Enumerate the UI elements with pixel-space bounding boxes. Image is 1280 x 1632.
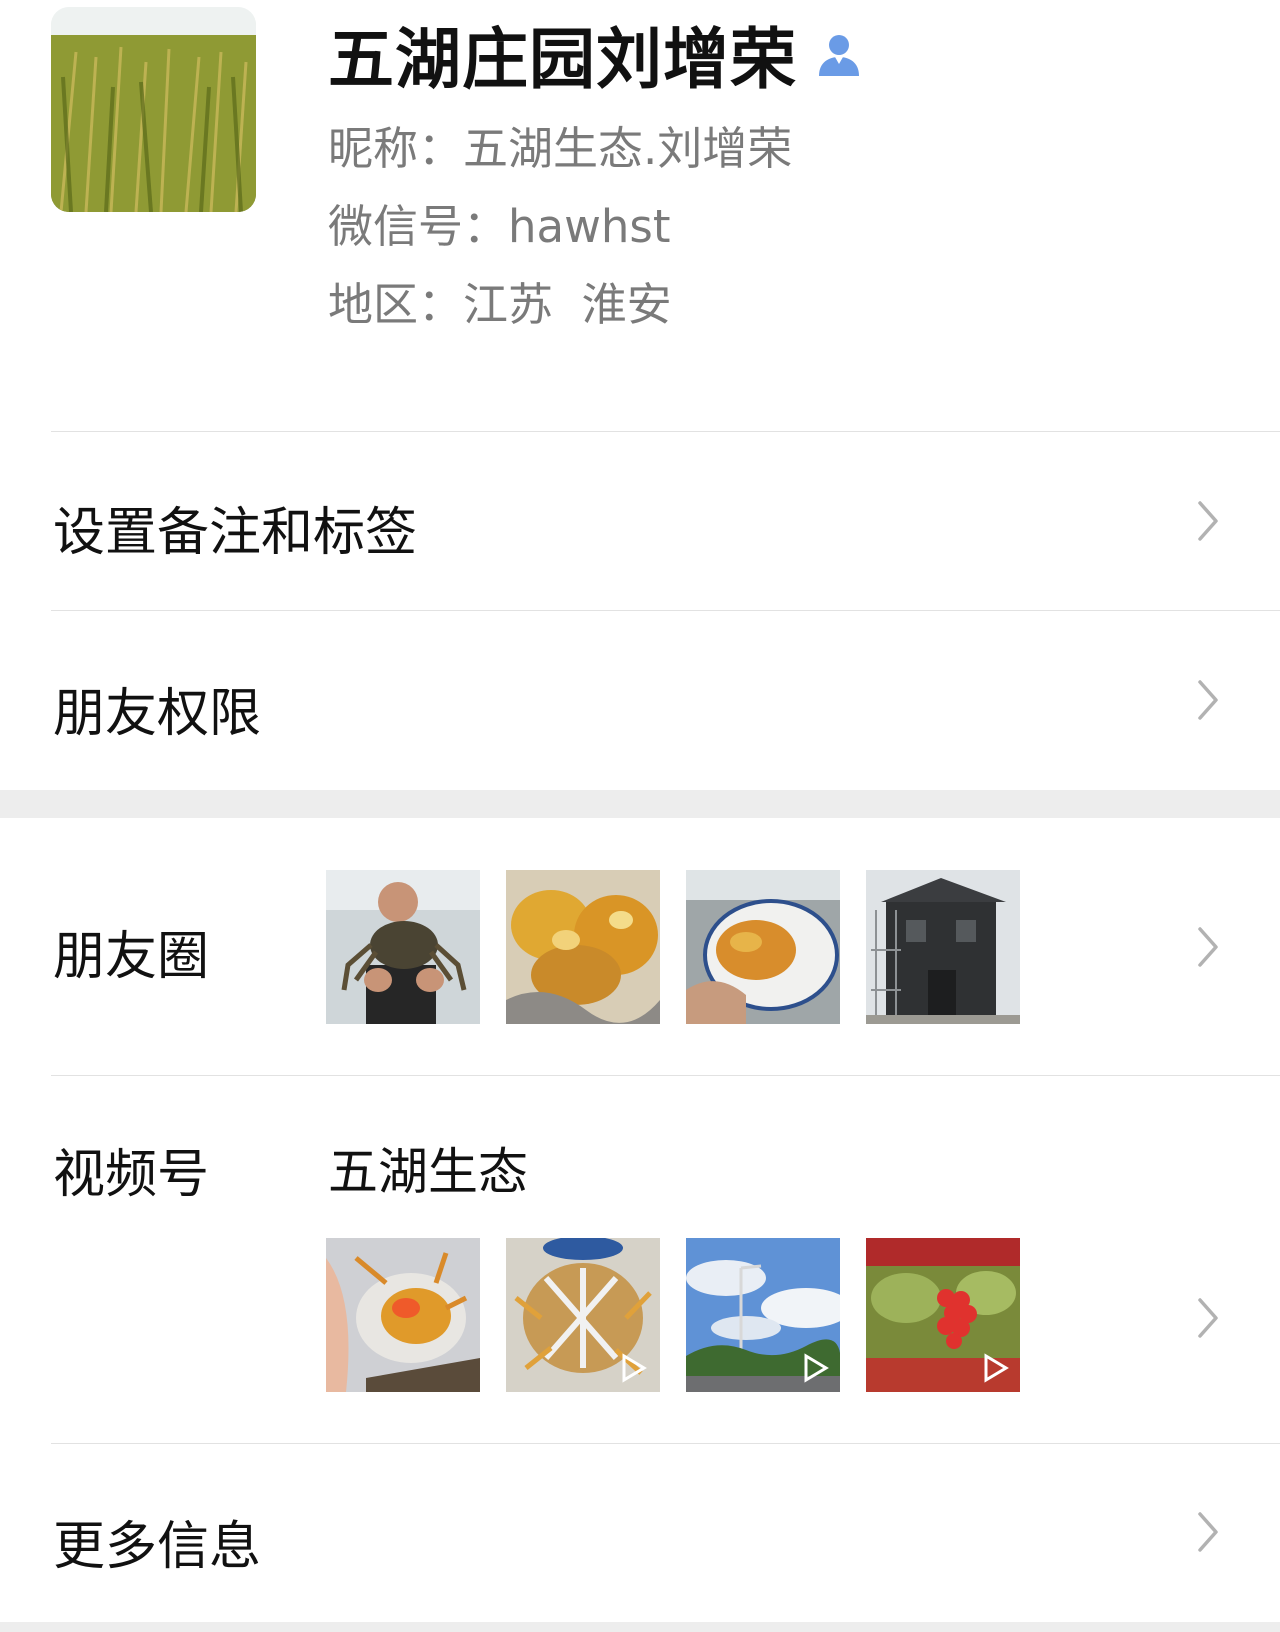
more-info-row[interactable]: 更多信息 — [0, 1444, 1280, 1622]
moments-photo — [686, 870, 840, 1024]
moments-photo — [326, 870, 480, 1024]
chevron-right-icon — [1198, 501, 1218, 541]
channel-name: 五湖生态 — [328, 1143, 528, 1201]
profile-header: 五湖庄园刘增荣 昵称：五湖生态.刘增荣 微信号：hawhst 地区：江苏 淮安 — [0, 0, 1280, 432]
person-icon — [819, 35, 859, 76]
friend-permissions-row[interactable]: 朋友权限 — [0, 611, 1280, 790]
channel-video-thumbnail — [326, 1238, 480, 1392]
channel-video-image — [326, 1238, 480, 1392]
moments-photo — [506, 870, 660, 1024]
friend-permissions-label: 朋友权限 — [53, 684, 262, 744]
remark-tags-row[interactable]: 设置备注和标签 — [0, 432, 1280, 610]
section-separator — [0, 1622, 1280, 1632]
moments-row[interactable]: 朋友圈 — [0, 818, 1280, 1075]
nickname: 昵称：五湖生态.刘增荣 — [328, 122, 793, 175]
moments-thumbnail — [866, 870, 1020, 1024]
channel-video-thumbnail — [686, 1238, 840, 1392]
channel-video-thumbnail — [866, 1238, 1020, 1392]
name-row: 五湖庄园刘增荣 — [328, 14, 863, 98]
chevron-right-icon — [1198, 1512, 1218, 1552]
channels-row[interactable]: 视频号 五湖生态 — [0, 1076, 1280, 1443]
chevron-right-icon — [1198, 680, 1218, 720]
section-separator — [0, 790, 1280, 818]
moments-label: 朋友圈 — [53, 927, 210, 987]
more-info-label: 更多信息 — [53, 1517, 262, 1577]
channel-video-image — [686, 1238, 840, 1392]
display-name: 五湖庄园刘增荣 — [328, 21, 797, 98]
channel-video-thumbnail — [506, 1238, 660, 1392]
moments-thumbnail — [506, 870, 660, 1024]
channel-video-image — [506, 1238, 660, 1392]
chevron-right-icon — [1198, 1298, 1218, 1338]
region: 地区：江苏 淮安 — [328, 278, 672, 331]
moments-photo — [866, 870, 1020, 1024]
avatar-image — [51, 7, 256, 212]
chevron-right-icon — [1198, 927, 1218, 967]
channels-label: 视频号 — [53, 1145, 210, 1205]
moments-thumbnail — [326, 870, 480, 1024]
channel-video-image — [866, 1238, 1020, 1392]
remark-tags-label: 设置备注和标签 — [53, 503, 418, 563]
moments-thumbnail — [686, 870, 840, 1024]
wechat-id: 微信号：hawhst — [328, 200, 671, 253]
avatar[interactable] — [51, 7, 256, 212]
